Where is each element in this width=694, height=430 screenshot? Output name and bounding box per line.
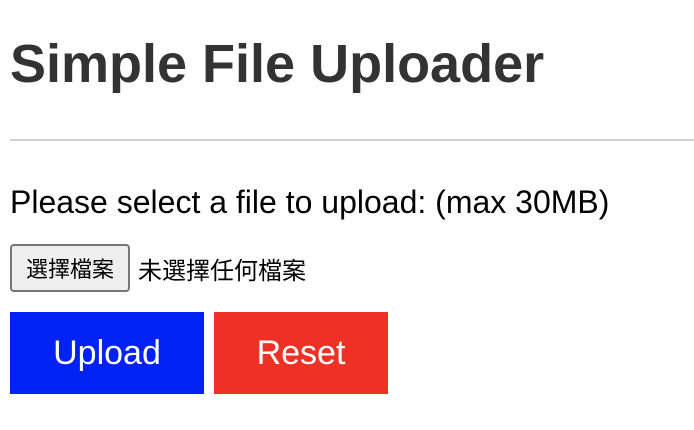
page-title: Simple File Uploader — [10, 34, 545, 94]
file-input[interactable]: 選擇檔案 未選擇任何檔案 — [10, 244, 306, 292]
upload-button[interactable]: Upload — [10, 312, 204, 394]
title-divider — [10, 139, 694, 141]
upload-prompt: Please select a file to upload: (max 30M… — [10, 184, 610, 220]
choose-file-button[interactable]: 選擇檔案 — [10, 244, 131, 292]
file-status-text: 未選擇任何檔案 — [138, 256, 307, 285]
reset-button[interactable]: Reset — [214, 312, 388, 394]
